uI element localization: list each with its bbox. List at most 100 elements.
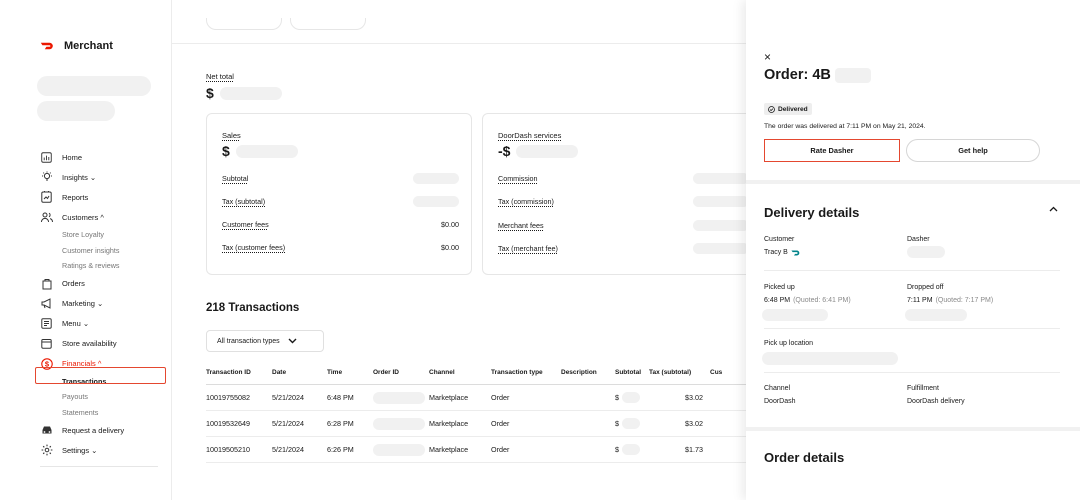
col-order-id[interactable]: Order ID <box>373 369 429 376</box>
sidebar-item-reports[interactable]: Reports <box>40 187 170 207</box>
channel-value: DoorDash <box>764 398 796 405</box>
sidebar-item-customers[interactable]: Customers ^ <box>40 207 170 227</box>
cell-channel: Marketplace <box>429 393 469 402</box>
col-date[interactable]: Date <box>272 369 327 376</box>
order-id-placeholder <box>373 443 425 456</box>
fulfillment-value: DoorDash delivery <box>907 398 965 405</box>
sidebar-sub-customer-insights[interactable]: Customer insights <box>40 243 170 259</box>
sidebar-item-store-availability[interactable]: Store availability <box>40 334 170 354</box>
sidebar-item-request-delivery[interactable]: Request a delivery <box>40 420 170 440</box>
col-time[interactable]: Time <box>327 369 373 376</box>
row-label[interactable]: Subtotal <box>222 174 248 183</box>
net-total-label[interactable]: Net total <box>206 72 234 81</box>
close-icon[interactable]: × <box>764 50 771 64</box>
cell-transaction-id: 10019532649 <box>206 419 250 428</box>
get-help-button[interactable]: Get help <box>906 139 1040 162</box>
sidebar-item-home[interactable]: Home <box>40 147 170 167</box>
filter-pill[interactable] <box>206 18 282 30</box>
col-transaction-id[interactable]: Transaction ID <box>206 369 272 376</box>
sidebar-item-label: Home <box>62 152 83 162</box>
check-circle-icon <box>768 105 775 113</box>
dropped-off-quoted: (Quoted: 7:17 PM) <box>935 297 994 304</box>
merchant-logo[interactable]: Merchant <box>40 40 113 52</box>
sidebar-item-insights[interactable]: Insights ⌄ <box>40 167 170 187</box>
services-title[interactable]: DoorDash services <box>498 131 561 140</box>
table-row[interactable]: 10019532649 5/21/2024 6:28 PM Marketplac… <box>206 411 766 437</box>
table-header-row: Transaction ID Date Time Order ID Channe… <box>206 361 766 385</box>
sidebar-item-financials[interactable]: $ Financials ^ <box>40 354 170 374</box>
car-icon <box>40 424 53 437</box>
sidebar-sub-store-loyalty[interactable]: Store Loyalty <box>40 227 170 243</box>
subtotal-placeholder <box>622 418 640 429</box>
subtotal-currency: $ <box>615 445 619 454</box>
sidebar-item-settings[interactable]: Settings ⌄ <box>40 440 170 460</box>
sidebar-item-menu[interactable]: Menu ⌄ <box>40 314 170 334</box>
divider <box>764 270 1060 271</box>
order-title: Order: 4B <box>764 67 871 83</box>
store-selector-placeholder[interactable] <box>37 76 151 96</box>
cell-date: 5/21/2024 <box>272 445 304 454</box>
col-description[interactable]: Description <box>561 369 615 376</box>
services-amount-placeholder <box>516 144 579 158</box>
col-channel[interactable]: Channel <box>429 369 491 376</box>
sidebar-item-orders[interactable]: Orders <box>40 274 170 294</box>
section-separator <box>746 180 1080 184</box>
row-label[interactable]: Merchant fees <box>498 221 544 230</box>
services-currency: -$ <box>498 143 511 159</box>
order-id-placeholder <box>834 67 871 83</box>
status-text: Delivered <box>778 105 808 113</box>
subtotal-placeholder <box>622 392 640 403</box>
col-transaction-type[interactable]: Transaction type <box>491 369 561 376</box>
cell-order-id <box>373 417 429 430</box>
sales-title[interactable]: Sales <box>222 131 241 140</box>
store-name-placeholder <box>37 101 115 121</box>
row-value: $0.00 <box>441 220 459 229</box>
sidebar-item-marketing[interactable]: Marketing ⌄ <box>40 294 170 314</box>
megaphone-icon <box>40 297 53 310</box>
col-subtotal[interactable]: Subtotal <box>615 369 649 376</box>
row-label[interactable]: Tax (merchant fee) <box>498 244 558 253</box>
status-badge: Delivered <box>764 103 812 115</box>
sidebar-sub-payouts[interactable]: Payouts <box>40 389 170 405</box>
cell-time: 6:48 PM <box>327 393 354 402</box>
sales-currency: $ <box>222 143 230 159</box>
menu-book-icon <box>40 317 53 330</box>
row-value: $0.00 <box>441 243 459 252</box>
services-row-commission: Commission <box>498 173 769 184</box>
date-filter-pills <box>206 18 366 30</box>
row-value-placeholder <box>693 173 749 184</box>
sidebar-sub-transactions[interactable]: Transactions <box>40 374 170 390</box>
picked-up-time: 6:48 PM <box>764 297 791 304</box>
brand-name: Merchant <box>64 40 113 52</box>
sidebar-nav: Home Insights ⌄ Reports Customers ^ Stor… <box>40 147 170 460</box>
table-row[interactable]: 10019755082 5/21/2024 6:48 PM Marketplac… <box>206 385 766 411</box>
cell-time: 6:26 PM <box>327 445 354 454</box>
currency-symbol: $ <box>206 85 214 101</box>
row-value-placeholder <box>693 196 749 207</box>
col-tax-subtotal[interactable]: Tax (subtotal) <box>649 369 710 376</box>
subtotal-currency: $ <box>615 419 619 428</box>
row-label[interactable]: Tax (subtotal) <box>222 197 265 206</box>
filter-pill[interactable] <box>290 18 366 30</box>
cell-tax-subtotal: $3.02 <box>685 393 703 402</box>
rate-dasher-button[interactable]: Rate Dasher <box>764 139 900 162</box>
report-icon <box>40 191 53 204</box>
cell-time: 6:28 PM <box>327 419 354 428</box>
row-label[interactable]: Customer fees <box>222 220 269 229</box>
transaction-type-filter[interactable]: All transaction types <box>206 330 324 352</box>
services-row-merchant-fees: Merchant fees <box>498 220 769 231</box>
sidebar-item-label: Financials ^ <box>62 359 102 368</box>
calendar-icon <box>40 337 53 350</box>
customer-label: Customer <box>764 236 795 243</box>
sidebar-sub-ratings-reviews[interactable]: Ratings & reviews <box>40 258 170 274</box>
row-label[interactable]: Tax (customer fees) <box>222 243 285 252</box>
subtotal-currency: $ <box>615 393 619 402</box>
order-details-title: Order details <box>764 450 845 465</box>
row-label[interactable]: Commission <box>498 174 538 183</box>
row-label[interactable]: Tax (commission) <box>498 197 554 206</box>
col-customer-fees[interactable]: Cus <box>710 369 730 376</box>
sidebar-sub-statements[interactable]: Statements <box>40 405 170 421</box>
chevron-up-icon[interactable] <box>1049 204 1058 214</box>
divider <box>764 372 1060 373</box>
table-row[interactable]: 10019505210 5/21/2024 6:26 PM Marketplac… <box>206 437 766 463</box>
